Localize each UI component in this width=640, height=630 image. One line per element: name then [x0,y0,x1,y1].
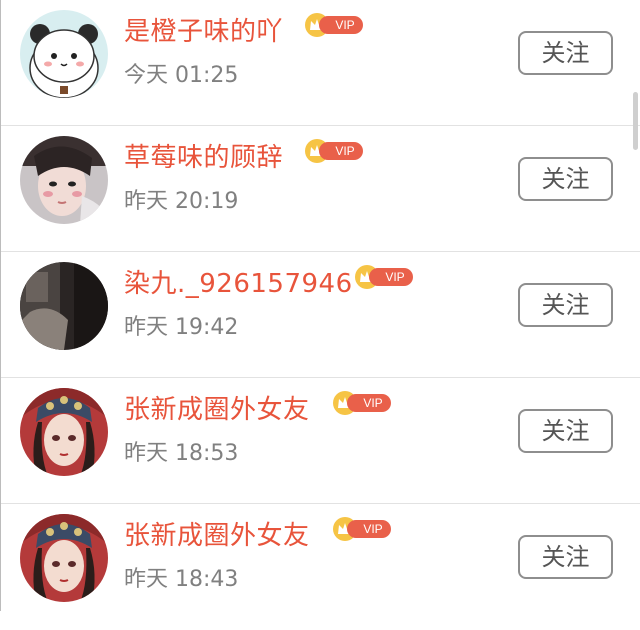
avatar[interactable] [20,136,108,224]
avatar[interactable] [20,388,108,476]
list-item[interactable]: 张新成圈外女友 VIP 昨天 18:43 关注 [1,504,640,630]
vip-badge: VIP [305,13,363,37]
follow-button[interactable]: 关注 [518,157,613,201]
follow-list: 是橙子味的吖 VIP 今天 01:25 关注 草莓味的顾辞 VIP 昨天 20:… [0,0,640,611]
girl-photo-icon [20,136,108,224]
list-item[interactable]: 染九._926157946 VIP 昨天 19:42 关注 [1,252,640,378]
dark-photo-icon [20,262,108,350]
avatar[interactable] [20,514,108,602]
timestamp: 昨天 20:19 [124,189,239,214]
timestamp: 今天 01:25 [124,63,239,88]
user-name[interactable]: 张新成圈外女友 [124,392,310,428]
illustrated-girl-icon [20,388,108,476]
avatar[interactable] [20,10,108,98]
list-item[interactable]: 草莓味的顾辞 VIP 昨天 20:19 关注 [1,126,640,252]
list-item[interactable]: 张新成圈外女友 VIP 昨天 18:53 关注 [1,378,640,504]
vip-badge: VIP [355,265,413,289]
follow-button[interactable]: 关注 [518,535,613,579]
user-name[interactable]: 是橙子味的吖 [124,14,283,50]
user-name[interactable]: 染九._926157946 [124,266,353,302]
vip-badge: VIP [333,391,391,415]
user-name[interactable]: 张新成圈外女友 [124,518,310,554]
timestamp: 昨天 18:53 [124,441,239,466]
list-item[interactable]: 是橙子味的吖 VIP 今天 01:25 关注 [1,0,640,126]
user-name[interactable]: 草莓味的顾辞 [124,140,283,176]
avatar[interactable] [20,262,108,350]
vip-label: VIP [347,520,391,538]
vip-label: VIP [347,394,391,412]
timestamp: 昨天 18:43 [124,567,239,592]
follow-button[interactable]: 关注 [518,283,613,327]
illustrated-girl-icon [20,514,108,602]
timestamp: 昨天 19:42 [124,315,239,340]
vip-badge: VIP [333,517,391,541]
vip-badge: VIP [305,139,363,163]
follow-button[interactable]: 关注 [518,409,613,453]
vip-label: VIP [369,268,413,286]
vip-label: VIP [319,16,363,34]
scrollbar[interactable] [633,92,638,150]
follow-button[interactable]: 关注 [518,31,613,75]
vip-label: VIP [319,142,363,160]
panda-cartoon-icon [20,10,108,98]
